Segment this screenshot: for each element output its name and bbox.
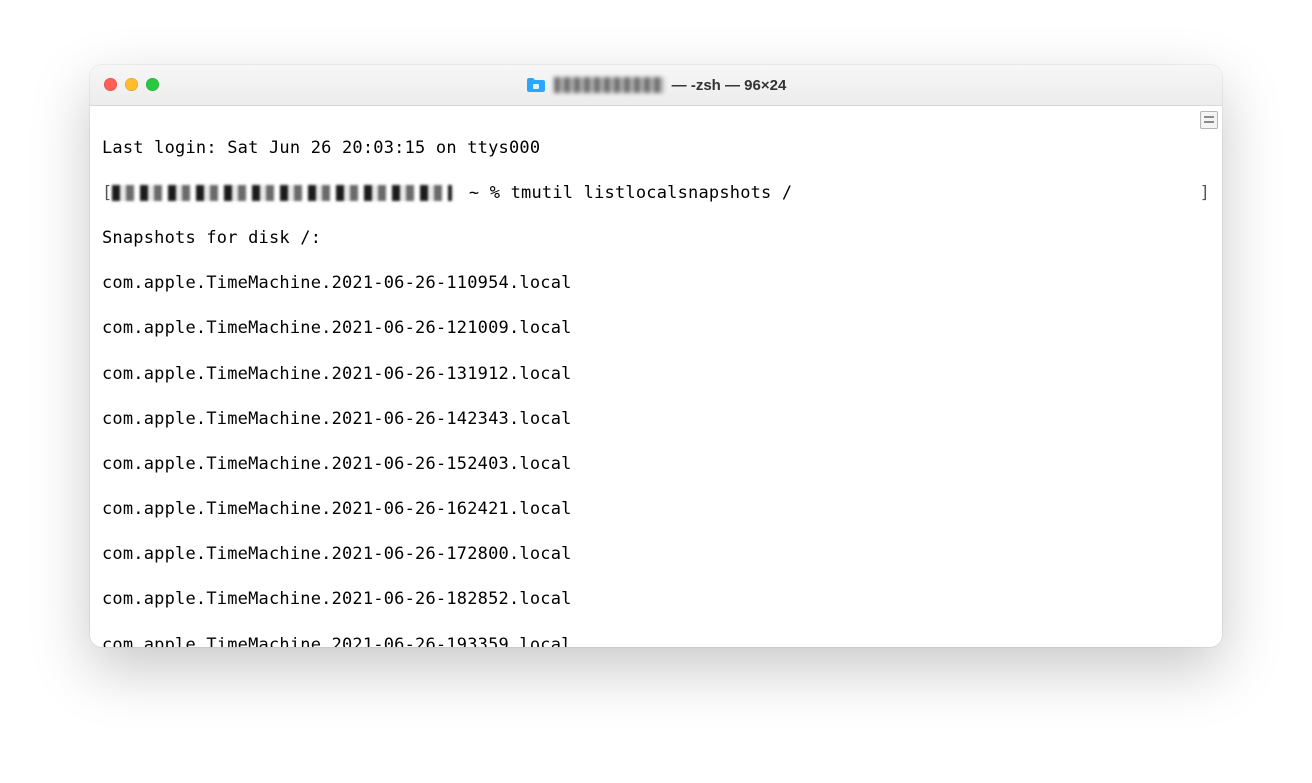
titlebar: — -zsh — 96×24 — [90, 65, 1222, 106]
snapshot-line: com.apple.TimeMachine.2021-06-26-172800.… — [102, 543, 1210, 566]
minimize-button[interactable] — [125, 78, 138, 91]
snapshot-line: com.apple.TimeMachine.2021-06-26-142343.… — [102, 408, 1210, 431]
command-1: tmutil listlocalsnapshots / — [511, 183, 793, 203]
window-title: — -zsh — 96×24 — [90, 77, 1222, 94]
snapshot-line: com.apple.TimeMachine.2021-06-26-110954.… — [102, 272, 1210, 295]
snapshot-line: com.apple.TimeMachine.2021-06-26-121009.… — [102, 317, 1210, 340]
title-suffix: — -zsh — 96×24 — [672, 77, 787, 94]
snapshot-line: com.apple.TimeMachine.2021-06-26-193359.… — [102, 634, 1210, 647]
snapshot-line: com.apple.TimeMachine.2021-06-26-182852.… — [102, 588, 1210, 611]
maximize-button[interactable] — [146, 78, 159, 91]
snapshots-header: Snapshots for disk /: — [102, 227, 1210, 250]
snapshot-line: com.apple.TimeMachine.2021-06-26-131912.… — [102, 363, 1210, 386]
prompt-tail: ~ % — [458, 183, 510, 203]
terminal-body[interactable]: Last login: Sat Jun 26 20:03:15 on ttys0… — [90, 106, 1222, 647]
snapshot-line: com.apple.TimeMachine.2021-06-26-162421.… — [102, 498, 1210, 521]
redacted-hostname — [554, 77, 664, 93]
folder-icon — [526, 77, 546, 93]
snapshot-line: com.apple.TimeMachine.2021-06-26-152403.… — [102, 453, 1210, 476]
last-login-line: Last login: Sat Jun 26 20:03:15 on ttys0… — [102, 137, 1210, 160]
traffic-lights — [104, 78, 159, 91]
redacted-prompt — [112, 185, 452, 201]
terminal-window: — -zsh — 96×24 Last login: Sat Jun 26 20… — [90, 65, 1222, 647]
close-button[interactable] — [104, 78, 117, 91]
prompt-line-1: [ ~ % tmutil listlocalsnapshots /] — [102, 182, 1210, 205]
